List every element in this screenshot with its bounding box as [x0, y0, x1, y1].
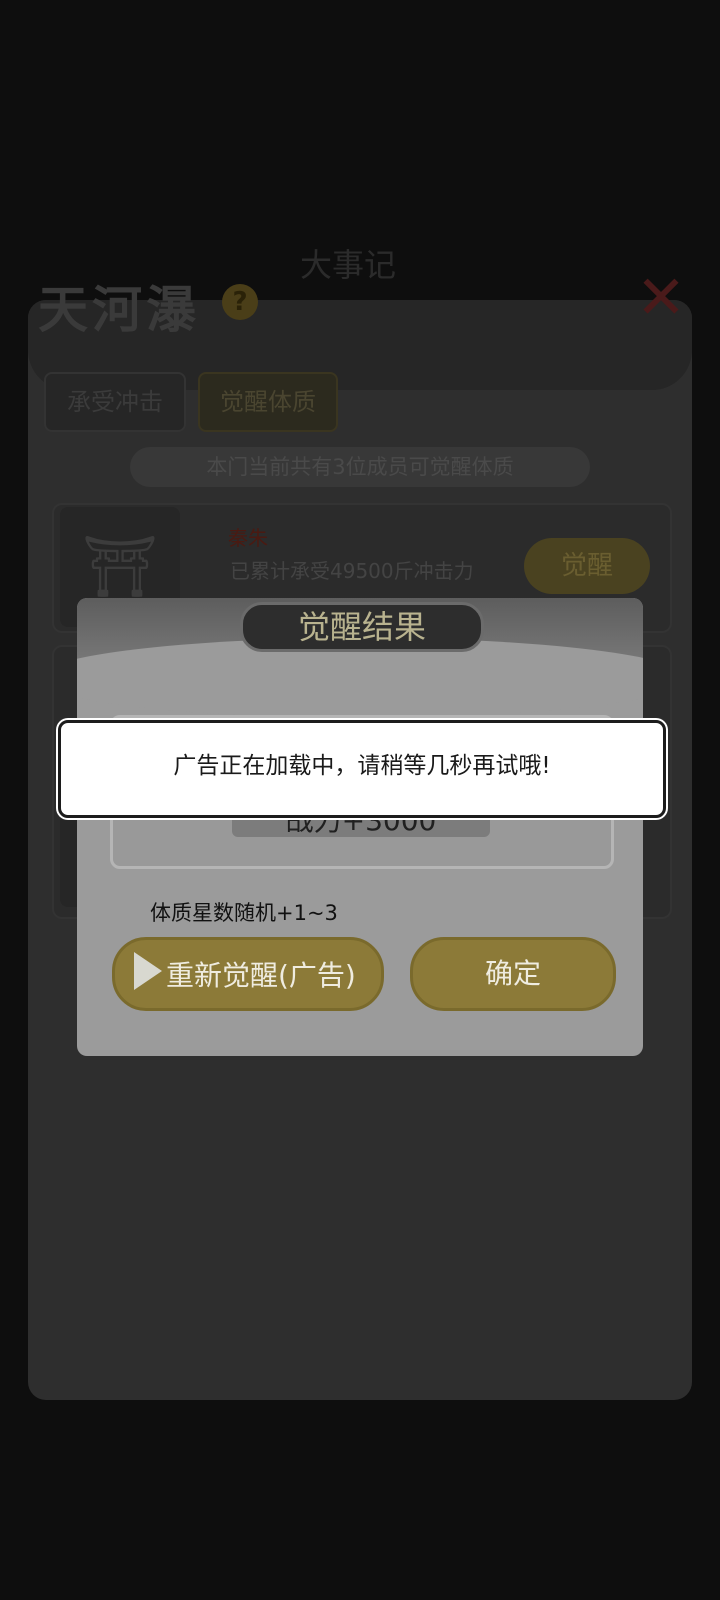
page-title: 天河瀑 — [38, 280, 200, 339]
play-icon — [134, 952, 162, 990]
close-icon[interactable]: ✕ — [626, 268, 696, 328]
help-icon[interactable]: ? — [222, 284, 258, 320]
readawaken-ad-label: 重新觉醒(广告) — [166, 959, 356, 992]
member-name: 秦朱 — [228, 526, 268, 550]
member-desc: 已累计承受49500斤冲击力 — [230, 559, 474, 583]
notice-bar: 本门当前共有3位成员可觉醒体质 — [130, 447, 590, 487]
toast-message: 广告正在加载中，请稍等几秒再试哦! — [173, 753, 551, 779]
awaken-button[interactable]: 觉醒 — [524, 538, 650, 594]
tab-withstand-impact[interactable]: 承受冲击 — [44, 372, 186, 432]
confirm-button[interactable]: 确定 — [410, 937, 616, 1011]
dialog-title: 觉醒结果 — [240, 602, 484, 652]
top-banner: 大事记 — [300, 246, 397, 284]
tab-awaken-constitution[interactable]: 觉醒体质 — [198, 372, 338, 432]
stars-text: 体质星数随机+1~3 — [150, 901, 338, 925]
